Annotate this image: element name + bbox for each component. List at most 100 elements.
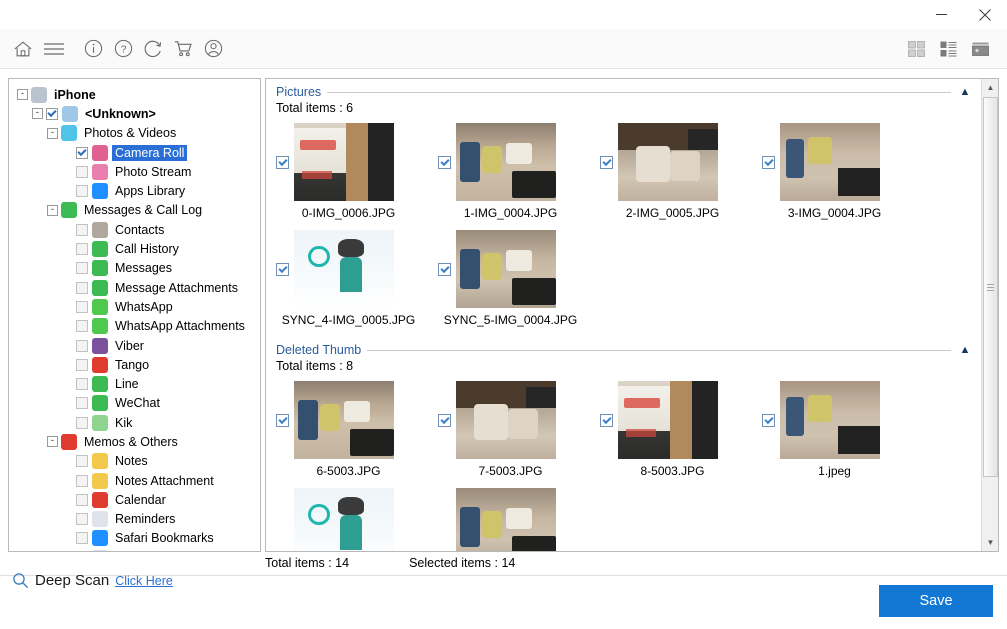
content-scrollbar[interactable]: ▲ ▼ <box>981 79 998 551</box>
tree-item-wechat[interactable]: WeChat <box>9 394 260 413</box>
tree-item-checkbox[interactable] <box>76 223 88 236</box>
thumbnail-item[interactable]: 2-IMG_0005.JPG <box>600 123 762 220</box>
tree-item-checkbox[interactable] <box>76 262 88 275</box>
tree-item-checkbox[interactable] <box>76 300 88 313</box>
thumbnail-checkbox[interactable] <box>276 262 289 276</box>
thumbnail-item[interactable]: 8-5003.JPG <box>600 381 762 478</box>
thumbnail-image[interactable] <box>456 230 556 308</box>
tree-item-checkbox[interactable] <box>76 165 88 178</box>
tree-expander-icon[interactable]: - <box>47 204 58 216</box>
thumbnail-checkbox[interactable] <box>276 155 289 169</box>
thumbnail-item[interactable]: SYNC_4-IMG_0005.JPG <box>276 230 438 327</box>
thumbnail-image[interactable] <box>780 123 880 201</box>
tree-item-checkbox[interactable] <box>76 455 88 468</box>
thumbnail-item[interactable]: SYNC_5-IMG_0004.JPG <box>438 230 600 327</box>
large-icon-view-button[interactable] <box>969 39 991 59</box>
thumbnail-item[interactable]: 7-5003.JPG <box>438 381 600 478</box>
thumbnail-image[interactable] <box>294 381 394 459</box>
tree-item-voice-memos[interactable]: Voice Memos <box>9 548 260 551</box>
thumbnail-checkbox[interactable] <box>276 413 289 427</box>
tree-item-checkbox[interactable] <box>76 185 88 198</box>
tree-item-safari-bookmarks[interactable]: Safari Bookmarks <box>9 529 260 548</box>
chevron-up-icon[interactable]: ▲ <box>957 344 973 356</box>
tree-expander-icon[interactable]: - <box>32 108 43 120</box>
minimize-button[interactable] <box>919 0 963 29</box>
scrollbar-thumb[interactable] <box>983 97 998 477</box>
thumbnail-checkbox[interactable] <box>438 262 451 276</box>
thumbnail-image[interactable] <box>294 230 394 308</box>
tree-item-whatsapp-attachments[interactable]: WhatsApp Attachments <box>9 317 260 336</box>
thumbnail-item[interactable]: 0-IMG_0006.JPG <box>276 123 438 220</box>
tree-item-viber[interactable]: Viber <box>9 336 260 355</box>
tree-item-checkbox[interactable] <box>76 358 88 371</box>
thumbnail-item[interactable]: 3-IMG_0004.JPG <box>762 123 924 220</box>
thumbnail-image[interactable] <box>294 123 394 201</box>
tree-item-checkbox[interactable] <box>76 513 88 526</box>
thumbnail-checkbox[interactable] <box>762 155 775 169</box>
thumbnail-image[interactable] <box>456 381 556 459</box>
thumbnail-item[interactable]: 1.jpeg <box>762 381 924 478</box>
tree-item-notes-attachment[interactable]: Notes Attachment <box>9 471 260 490</box>
thumbnail-item[interactable] <box>438 488 600 551</box>
thumbnail-image[interactable] <box>618 123 718 201</box>
tree-item-checkbox[interactable] <box>76 416 88 429</box>
tree-item-kik[interactable]: Kik <box>9 413 260 432</box>
cart-button[interactable] <box>169 35 197 63</box>
detail-view-button[interactable] <box>937 39 959 59</box>
tree-item-call-history[interactable]: Call History <box>9 239 260 258</box>
device-tree-panel[interactable]: - iPhone - <Unknown> - Photos & Videos Camera … <box>8 78 261 552</box>
tree-item-messages-call-log[interactable]: - Messages & Call Log <box>9 201 260 220</box>
close-button[interactable] <box>963 0 1007 29</box>
thumbnail-image[interactable] <box>456 488 556 551</box>
tree-item-checkbox[interactable] <box>76 378 88 391</box>
tree-item-iphone[interactable]: - iPhone <box>9 85 260 104</box>
tree-item-checkbox[interactable] <box>76 320 88 333</box>
tree-item-notes[interactable]: Notes <box>9 452 260 471</box>
tree-expander-icon[interactable]: - <box>47 127 58 139</box>
tree-item-contacts[interactable]: Contacts <box>9 220 260 239</box>
info-button[interactable] <box>79 35 107 63</box>
thumbnail-item[interactable]: 1-IMG_0004.JPG <box>438 123 600 220</box>
tree-item-whatsapp[interactable]: WhatsApp <box>9 297 260 316</box>
tree-item-checkbox[interactable] <box>76 243 88 256</box>
save-button[interactable]: Save <box>879 585 993 617</box>
thumbnail-item[interactable]: 6-5003.JPG <box>276 381 438 478</box>
thumbnail-checkbox[interactable] <box>438 413 451 427</box>
tree-expander-icon[interactable]: - <box>47 436 58 448</box>
thumbnail-image[interactable] <box>780 381 880 459</box>
deep-scan-link[interactable]: Click Here <box>115 574 173 588</box>
home-button[interactable] <box>9 35 37 63</box>
account-button[interactable] <box>199 35 227 63</box>
tree-item-checkbox[interactable] <box>76 281 88 294</box>
tree-item-messages[interactable]: Messages <box>9 259 260 278</box>
tree-item-apps-library[interactable]: Apps Library <box>9 181 260 200</box>
tree-item-reminders[interactable]: Reminders <box>9 510 260 529</box>
tree-item-checkbox[interactable] <box>46 107 58 120</box>
tree-item-unknown[interactable]: - <Unknown> <box>9 104 260 123</box>
chevron-up-icon[interactable]: ▲ <box>957 86 973 98</box>
tree-item-tango[interactable]: Tango <box>9 355 260 374</box>
refresh-button[interactable] <box>139 35 167 63</box>
tree-item-photo-stream[interactable]: Photo Stream <box>9 162 260 181</box>
tree-expander-icon[interactable]: - <box>17 89 28 101</box>
thumbnail-checkbox[interactable] <box>600 155 613 169</box>
tree-item-checkbox[interactable] <box>76 339 88 352</box>
scroll-up-button[interactable]: ▲ <box>982 79 998 96</box>
tree-item-line[interactable]: Line <box>9 374 260 393</box>
tree-item-message-attachments[interactable]: Message Attachments <box>9 278 260 297</box>
tree-item-checkbox[interactable] <box>76 146 88 159</box>
thumbnail-checkbox[interactable] <box>438 155 451 169</box>
tree-item-camera-roll[interactable]: Camera Roll <box>9 143 260 162</box>
tree-item-checkbox[interactable] <box>76 397 88 410</box>
thumbnail-checkbox[interactable] <box>762 413 775 427</box>
thumbnail-image[interactable] <box>618 381 718 459</box>
thumbnail-checkbox[interactable] <box>600 413 613 427</box>
tree-item-checkbox[interactable] <box>76 474 88 487</box>
grid-view-button[interactable] <box>905 39 927 59</box>
tree-item-checkbox[interactable] <box>76 532 88 545</box>
scroll-down-button[interactable]: ▼ <box>982 534 998 551</box>
tree-item-photos-videos[interactable]: - Photos & Videos <box>9 124 260 143</box>
thumbnail-item[interactable] <box>276 488 438 551</box>
menu-button[interactable] <box>39 35 69 63</box>
tree-item-checkbox[interactable] <box>76 493 88 506</box>
